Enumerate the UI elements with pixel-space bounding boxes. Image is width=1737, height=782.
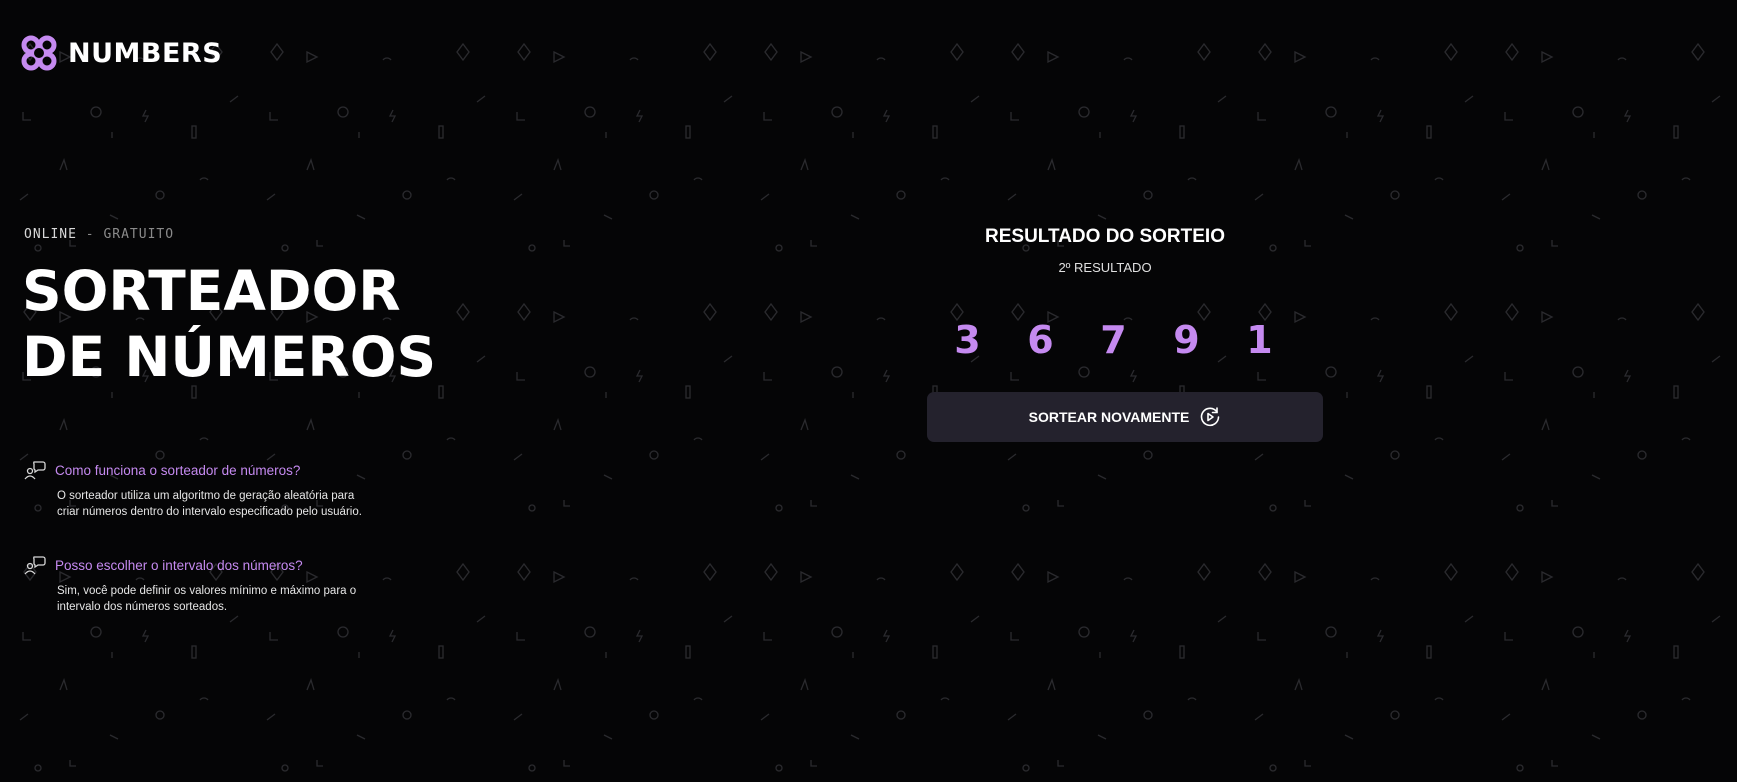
- drawn-numbers: 3 6 7 9 1: [931, 318, 1296, 362]
- hero-eyebrow: ONLINE - GRATUITO: [24, 227, 174, 242]
- faq-question[interactable]: Posso escolher o intervalo dos números?: [55, 558, 303, 573]
- draw-again-label: SORTEAR NOVAMENTE: [1028, 409, 1190, 425]
- page: NUMBERS ONLINE - GRATUITO SORTEADOR DE N…: [0, 0, 1737, 782]
- drawn-number: 7: [1100, 318, 1127, 362]
- brand-name: NUMBERS: [68, 37, 223, 69]
- drawn-number: 1: [1246, 318, 1273, 362]
- result-subtitle: 2º RESULTADO: [1058, 260, 1152, 275]
- faq-item: Posso escolher o intervalo dos números? …: [24, 555, 384, 615]
- redo-icon: [1201, 407, 1220, 427]
- draw-again-button[interactable]: SORTEAR NOVAMENTE: [927, 392, 1323, 442]
- drawn-number: 9: [1173, 318, 1200, 362]
- chat-people-icon: [24, 461, 46, 480]
- page-title-line1: SORTEADOR: [22, 259, 401, 323]
- faq-answer: O sorteador utiliza um algoritmo de gera…: [57, 490, 362, 518]
- faq-question-row: Posso escolher o intervalo dos números?: [24, 555, 384, 575]
- drawn-number: 3: [954, 318, 981, 362]
- drawn-number: 6: [1027, 318, 1054, 362]
- faq-item: Como funciona o sorteador de números? O …: [24, 460, 384, 520]
- result-title: RESULTADO DO SORTEIO: [985, 226, 1225, 247]
- clover-logo-icon: [21, 35, 57, 71]
- page-title: SORTEADOR DE NÚMEROS: [22, 258, 436, 390]
- faq-question-row: Como funciona o sorteador de números?: [24, 460, 384, 480]
- chat-people-icon: [24, 556, 46, 575]
- brand-logo[interactable]: NUMBERS: [18, 32, 222, 74]
- faq-answer: Sim, você pode definir os valores mínimo…: [57, 585, 357, 613]
- eyebrow-separator: -: [85, 227, 95, 242]
- eyebrow-online: ONLINE: [24, 227, 77, 242]
- faq-question[interactable]: Como funciona o sorteador de números?: [55, 463, 300, 478]
- page-title-line2: DE NÚMEROS: [22, 325, 437, 389]
- eyebrow-free: GRATUITO: [103, 227, 175, 242]
